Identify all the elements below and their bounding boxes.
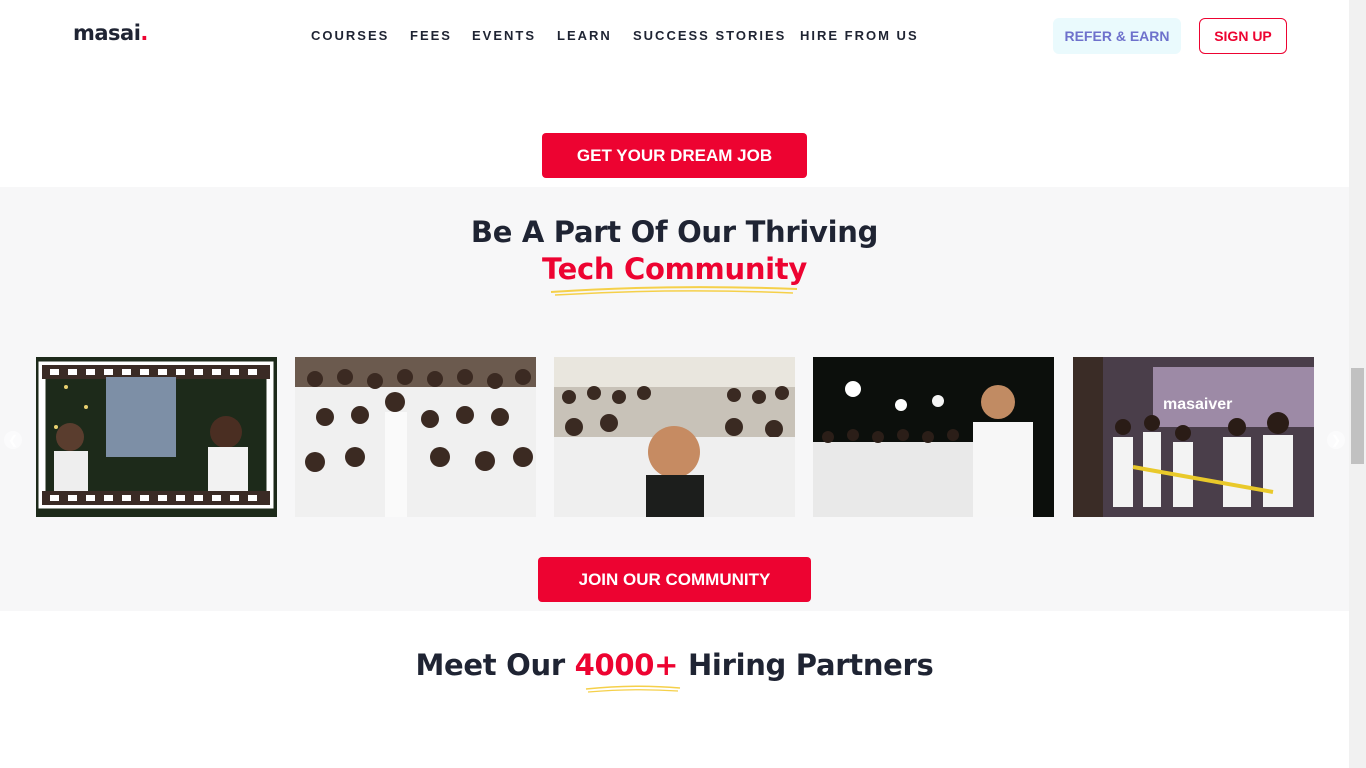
refer-earn-button[interactable]: REFER & EARN	[1053, 18, 1181, 54]
carousel-photo-5[interactable]: masaiver	[1073, 357, 1314, 517]
nav-fees[interactable]: FEES	[410, 28, 452, 43]
nav-hire-from-us[interactable]: HIRE FROM US	[800, 28, 919, 43]
partners-underline	[585, 685, 681, 693]
partners-prefix: Meet Our	[415, 648, 565, 682]
partners-title: Meet Our 4000+ Hiring Partners	[0, 648, 1349, 682]
carousel-photo-2[interactable]	[295, 357, 536, 517]
community-section: Be A Part Of Our Thriving Tech Community	[0, 187, 1349, 611]
highlight-underline	[550, 286, 798, 296]
community-title: Be A Part Of Our Thriving	[470, 215, 879, 249]
chevron-left-icon: ❮	[7, 433, 19, 447]
nav-events[interactable]: EVENTS	[472, 28, 536, 43]
carousel-prev[interactable]: ❮	[4, 431, 22, 449]
community-highlight: Tech Community	[542, 252, 807, 286]
nav-learn[interactable]: LEARN	[557, 28, 612, 43]
scrollbar-thumb[interactable]	[1351, 368, 1364, 464]
community-carousel: masaiver ❮ ❯	[0, 357, 1349, 519]
carousel-photo-4[interactable]	[813, 357, 1054, 517]
chevron-right-icon: ❯	[1330, 433, 1342, 447]
logo-text: masai	[73, 21, 141, 45]
sign-up-button[interactable]: SIGN UP	[1199, 18, 1287, 54]
logo-dot: .	[140, 21, 148, 45]
nav-courses[interactable]: COURSES	[311, 28, 389, 43]
carousel-next[interactable]: ❯	[1327, 431, 1345, 449]
nav-success-stories[interactable]: SUCCESS STORIES	[633, 28, 786, 43]
svg-text:masaiver: masaiver	[1163, 396, 1232, 413]
masai-logo[interactable]: masai.	[73, 21, 148, 45]
carousel-photo-3[interactable]	[554, 357, 795, 517]
get-dream-job-button[interactable]: GET YOUR DREAM JOB	[542, 133, 807, 178]
carousel-photo-1[interactable]	[36, 357, 277, 517]
join-community-button[interactable]: JOIN OUR COMMUNITY	[538, 557, 811, 602]
partners-count: 4000+	[574, 648, 679, 682]
site-header: masai. COURSES FEES EVENTS LEARN SUCCESS…	[0, 0, 1349, 72]
partners-suffix: Hiring Partners	[687, 648, 934, 682]
